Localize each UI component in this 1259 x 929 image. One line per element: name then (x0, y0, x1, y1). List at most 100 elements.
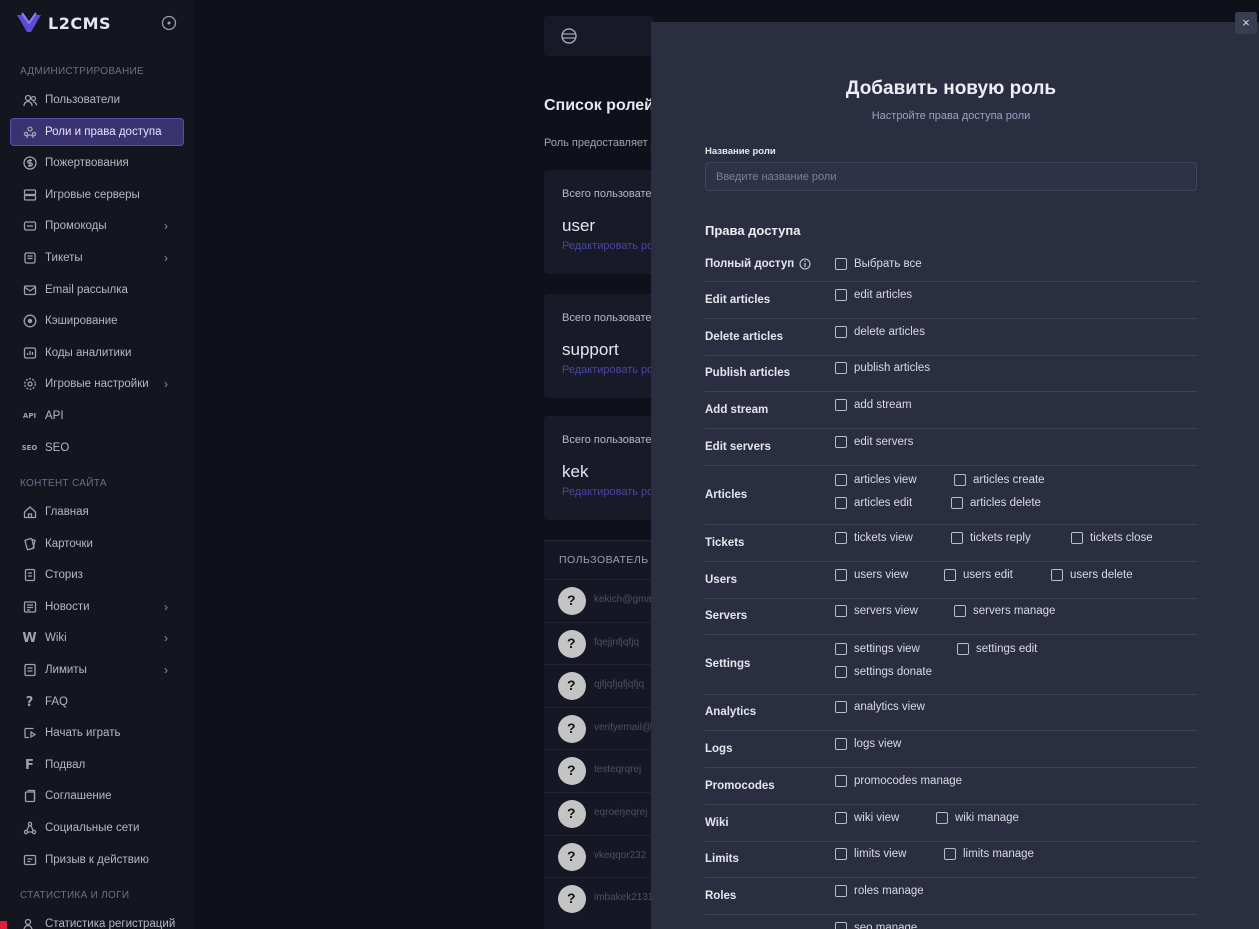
checkbox-box[interactable] (957, 643, 969, 655)
sidebar-item-gear[interactable]: Игровые настройки › (10, 370, 184, 398)
sidebar-item-dollar[interactable]: Пожертвования (10, 149, 184, 177)
permission-checkbox-settings-edit[interactable]: settings edit (957, 643, 1037, 655)
permission-checkbox-servers-manage[interactable]: servers manage (954, 605, 1055, 617)
permission-checkbox-tickets-close[interactable]: tickets close (1071, 531, 1153, 544)
permission-checkbox-analytics-view[interactable]: analytics view (835, 701, 925, 713)
sidebar-item-play[interactable]: Начать играть (10, 719, 184, 747)
sidebar-item-news[interactable]: Новости › (10, 593, 184, 621)
checkbox-box[interactable] (951, 497, 963, 509)
checkbox-box[interactable] (835, 921, 847, 929)
permission-checkbox-add-stream[interactable]: add stream (835, 398, 912, 411)
permission-checkbox-limits-manage[interactable]: limits manage (944, 848, 1034, 860)
table-row[interactable]: fqejjnfjqfjq (544, 621, 654, 664)
checkbox-box[interactable] (835, 701, 847, 713)
role-card-edit-link[interactable]: Редактировать ро (562, 364, 653, 376)
checkbox-box[interactable] (835, 435, 847, 448)
sidebar-item-cache[interactable]: Кэширование (10, 307, 184, 335)
permission-checkbox-users-edit[interactable]: users edit (944, 568, 1013, 581)
sidebar-item-cards[interactable]: Карточки (10, 530, 184, 558)
checkbox-box[interactable] (835, 568, 847, 581)
sidebar-item-users[interactable]: Пользователи (10, 86, 184, 114)
table-row[interactable]: qjfjqfjqfjqfjq (544, 664, 654, 706)
permission-checkbox-promocodes-manage[interactable]: promocodes manage (835, 774, 962, 787)
checkbox-box[interactable] (835, 643, 847, 655)
permission-checkbox-users-delete[interactable]: users delete (1051, 568, 1133, 581)
logo[interactable]: L2CMS (16, 12, 111, 34)
permission-checkbox-delete-articles[interactable]: delete articles (835, 325, 925, 338)
checkbox-box[interactable] (835, 531, 847, 544)
table-row[interactable]: eqroerjeqrej (544, 792, 654, 834)
language-globe-icon[interactable] (560, 27, 578, 45)
permission-checkbox-edit-articles[interactable]: edit articles (835, 288, 912, 301)
table-row[interactable]: testeqrqrej (544, 749, 654, 791)
sidebar-item-roles[interactable]: Роли и права доступа (10, 118, 184, 146)
sidebar-item-ticket[interactable]: Тикеты › (10, 244, 184, 272)
permission-checkbox-articles-view[interactable]: articles view (835, 474, 917, 486)
sidebar-item-seo[interactable]: SEO SEO (10, 434, 184, 462)
checkbox-box[interactable] (835, 362, 847, 374)
sidebar-item-server[interactable]: Игровые серверы (10, 181, 184, 209)
sidebar-item-agreement[interactable]: Соглашение (10, 782, 184, 810)
table-row[interactable]: kekich@gma (544, 579, 654, 621)
sidebar-item-social[interactable]: Социальные сети (10, 814, 184, 842)
permission-checkbox-wiki-view[interactable]: wiki view (835, 811, 899, 824)
close-modal-button[interactable]: × (1235, 12, 1257, 34)
checkbox-box[interactable] (835, 258, 847, 270)
sidebar-item-mail[interactable]: Email рассылка (10, 276, 184, 304)
permission-checkbox-publish-articles[interactable]: publish articles (835, 362, 930, 374)
permission-checkbox-Выбрать-все[interactable]: Выбрать все (835, 258, 922, 270)
checkbox-box[interactable] (835, 605, 847, 617)
checkbox-box[interactable] (835, 737, 847, 750)
sidebar-item-question[interactable]: ? FAQ (10, 688, 184, 716)
permission-checkbox-users-view[interactable]: users view (835, 568, 908, 581)
checkbox-box[interactable] (835, 848, 847, 860)
permission-checkbox-articles-delete[interactable]: articles delete (951, 497, 1041, 509)
role-name-input[interactable] (705, 162, 1197, 191)
permission-checkbox-edit-servers[interactable]: edit servers (835, 435, 913, 448)
checkbox-box[interactable] (835, 666, 847, 678)
checkbox-box[interactable] (936, 811, 948, 824)
sidebar-item-stats[interactable]: Статистика регистраций (10, 910, 184, 929)
info-icon[interactable] (799, 258, 811, 270)
table-row[interactable]: vkeqqor232 (544, 834, 654, 877)
table-row[interactable]: imbakek2131 (544, 877, 654, 919)
checkbox-box[interactable] (835, 774, 847, 787)
sidebar-item-footer[interactable]: F Подвал (10, 751, 184, 779)
sidebar-item-cta[interactable]: Призыв к действию (10, 846, 184, 874)
collapse-sidebar-icon[interactable] (161, 15, 177, 31)
checkbox-box[interactable] (835, 288, 847, 301)
permission-checkbox-roles-manage[interactable]: roles manage (835, 884, 924, 897)
permission-checkbox-tickets-reply[interactable]: tickets reply (951, 531, 1031, 544)
role-card-edit-link[interactable]: Редактировать ро (562, 240, 653, 252)
permission-checkbox-articles-create[interactable]: articles create (954, 474, 1045, 486)
table-row[interactable]: verifyemail@ (544, 706, 654, 749)
sidebar-item-api[interactable]: API API (10, 402, 184, 430)
sidebar-item-analytics[interactable]: Коды аналитики (10, 339, 184, 367)
permission-checkbox-articles-edit[interactable]: articles edit (835, 497, 912, 509)
permission-checkbox-wiki-manage[interactable]: wiki manage (936, 811, 1019, 824)
checkbox-box[interactable] (954, 605, 966, 617)
checkbox-box[interactable] (944, 848, 956, 860)
sidebar-item-home[interactable]: Главная (10, 498, 184, 526)
permission-checkbox-logs-view[interactable]: logs view (835, 737, 901, 750)
checkbox-box[interactable] (835, 811, 847, 824)
sidebar-item-promo[interactable]: Промокоды › (10, 212, 184, 240)
role-card-edit-link[interactable]: Редактировать ро (562, 486, 653, 498)
checkbox-box[interactable] (954, 474, 966, 486)
checkbox-box[interactable] (951, 531, 963, 544)
sidebar-item-stories[interactable]: Сториз (10, 561, 184, 589)
permission-checkbox-settings-donate[interactable]: settings donate (835, 666, 932, 678)
checkbox-box[interactable] (835, 474, 847, 486)
sidebar-item-wiki[interactable]: W Wiki › (10, 624, 184, 652)
permission-checkbox-servers-view[interactable]: servers view (835, 605, 918, 617)
permission-checkbox-settings-view[interactable]: settings view (835, 643, 920, 655)
checkbox-box[interactable] (835, 325, 847, 338)
checkbox-box[interactable] (835, 884, 847, 897)
permission-checkbox-tickets-view[interactable]: tickets view (835, 531, 913, 544)
checkbox-box[interactable] (1051, 568, 1063, 581)
sidebar-item-limits[interactable]: Лимиты › (10, 656, 184, 684)
permission-checkbox-limits-view[interactable]: limits view (835, 848, 906, 860)
checkbox-box[interactable] (1071, 531, 1083, 544)
checkbox-box[interactable] (835, 398, 847, 411)
checkbox-box[interactable] (944, 568, 956, 581)
